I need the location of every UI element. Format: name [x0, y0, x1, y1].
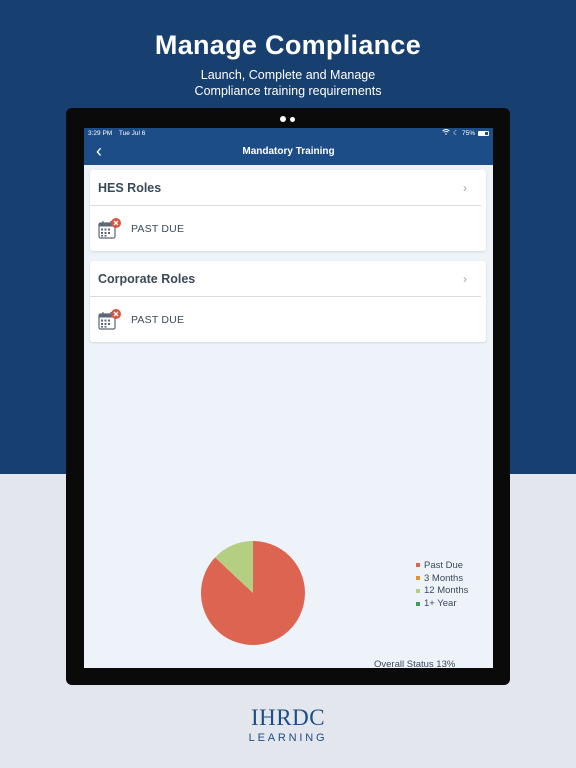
chevron-right-icon: ›	[463, 271, 467, 286]
role-card-status: PAST DUE	[90, 297, 486, 342]
role-card-header[interactable]: HES Roles ›	[90, 170, 481, 206]
wifi-icon	[442, 129, 450, 137]
legend-swatch	[416, 563, 420, 568]
page-indicator-dot	[290, 116, 295, 122]
role-card-title: HES Roles	[98, 180, 162, 195]
legend-label: 3 Months	[424, 572, 464, 584]
legend-item: 1+ Year	[416, 597, 468, 610]
status-bar: 3:29 PM Tue Jul 6 ☾ 75%	[84, 128, 493, 138]
logo-sub-text: LEARNING	[248, 732, 328, 744]
legend-label: Past Due	[424, 559, 464, 571]
role-card-status: PAST DUE	[90, 206, 486, 251]
legend-item: 12 Months	[416, 585, 468, 598]
legend-swatch	[416, 576, 420, 581]
battery-icon	[478, 130, 489, 136]
legend-item: 3 Months	[416, 572, 468, 585]
page-indicator-dot	[280, 116, 286, 122]
tablet-frame: 3:29 PM Tue Jul 6 ☾ 75% ‹ Mandatory Trai…	[66, 108, 510, 685]
calendar-past-due-icon	[98, 217, 122, 240]
status-date: Tue Jul 6	[118, 129, 146, 137]
role-card-corporate[interactable]: Corporate Roles › PAST DUE	[90, 261, 486, 342]
hero-subtitle-line2: Compliance training requirements	[194, 84, 382, 98]
legend-swatch	[416, 588, 420, 593]
logo-main-text: IHRDC	[250, 705, 326, 730]
hero-title: Manage Compliance	[154, 30, 422, 60]
nav-title: Mandatory Training	[242, 146, 335, 157]
role-card-title: Corporate Roles	[98, 271, 196, 286]
calendar-past-due-icon	[98, 308, 122, 331]
app-screen: 3:29 PM Tue Jul 6 ☾ 75% ‹ Mandatory Trai…	[84, 128, 493, 668]
nav-bar: ‹ Mandatory Training	[84, 138, 493, 165]
battery-percent: 75%	[461, 129, 475, 137]
chevron-right-icon: ›	[463, 180, 467, 195]
role-card-header[interactable]: Corporate Roles ›	[90, 261, 481, 297]
hero-subtitle-line1: Launch, Complete and Manage	[200, 68, 376, 82]
role-card-hes[interactable]: HES Roles › PAST DUE	[90, 170, 486, 251]
role-status-text: PAST DUE	[131, 222, 185, 235]
status-time: 3:29 PM	[88, 129, 113, 137]
legend-swatch	[416, 601, 420, 606]
legend-label: 1+ Year	[424, 598, 457, 610]
chevron-left-icon[interactable]: ‹	[96, 140, 102, 162]
status-pie-chart	[198, 538, 308, 648]
legend-label: 12 Months	[424, 585, 469, 597]
chart-legend: Past Due 3 Months 12 Months 1+ Year	[416, 559, 468, 610]
ihrdc-logo: IHRDC LEARNING	[0, 705, 576, 745]
overall-status: Overall Status 13%	[374, 659, 456, 668]
role-status-text: PAST DUE	[131, 313, 185, 326]
legend-item: Past Due	[416, 559, 468, 572]
hero-subtitle: Launch, Complete and Manage Compliance t…	[0, 67, 576, 99]
moon-icon: ☾	[453, 130, 459, 137]
pie-svg	[200, 541, 305, 645]
